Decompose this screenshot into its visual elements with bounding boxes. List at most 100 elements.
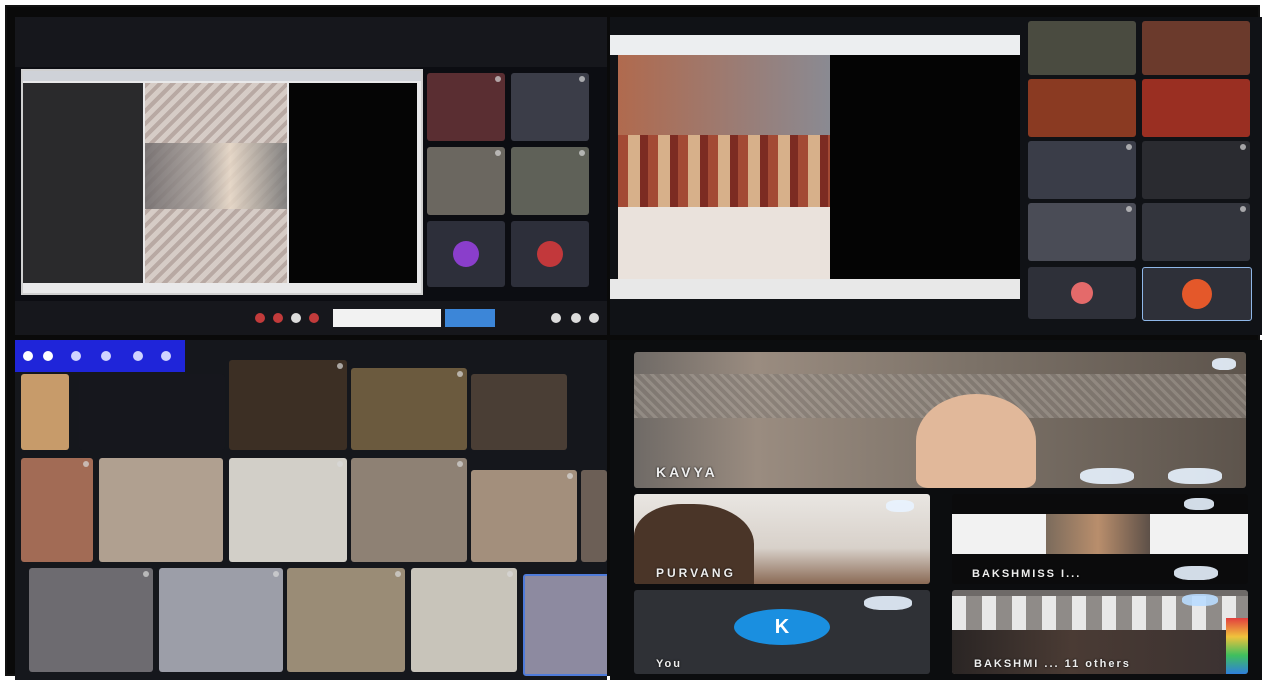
self-avatar: K xyxy=(734,608,830,645)
participant-tile[interactable] xyxy=(29,568,153,672)
pin-icon[interactable] xyxy=(1240,144,1246,150)
participant-tile[interactable] xyxy=(581,470,607,562)
participant-tile[interactable] xyxy=(471,374,567,450)
blue-toolbar xyxy=(15,340,185,372)
chat-icon[interactable] xyxy=(589,313,599,323)
more-options-icon[interactable] xyxy=(1168,468,1222,484)
participant-tile-purvang[interactable]: PURVANG xyxy=(634,494,930,584)
pin-icon[interactable] xyxy=(495,150,501,156)
participant-tile[interactable] xyxy=(21,458,93,562)
self-label: You xyxy=(656,658,682,670)
pin-icon[interactable] xyxy=(886,500,914,512)
shared-image-bottom xyxy=(618,207,830,279)
toolbar-icon[interactable] xyxy=(161,351,171,361)
mic-indicator-icon[interactable] xyxy=(1080,468,1134,484)
participant-tile[interactable] xyxy=(99,458,223,562)
participant-avatar xyxy=(537,241,563,267)
participant-avatar xyxy=(1182,279,1212,309)
participant-tile[interactable] xyxy=(21,374,69,450)
pin-icon[interactable] xyxy=(579,76,585,82)
participant-name: BAKSHMISS I... xyxy=(972,568,1082,580)
participant-tile-bakshmiss[interactable]: BAKSHMISS I... xyxy=(952,494,1248,584)
toolbar-icon[interactable] xyxy=(71,351,81,361)
participant-tile[interactable] xyxy=(79,374,225,450)
participant-tile[interactable] xyxy=(159,568,283,672)
participant-tile[interactable] xyxy=(1028,21,1136,75)
captions-icon[interactable] xyxy=(291,313,301,323)
pin-icon[interactable] xyxy=(1126,144,1132,150)
participant-tile[interactable] xyxy=(1028,141,1136,199)
pin-icon[interactable] xyxy=(337,363,343,369)
participant-tile[interactable] xyxy=(511,73,589,141)
pin-icon[interactable] xyxy=(579,150,585,156)
pin-icon[interactable] xyxy=(273,571,279,577)
toolbar-icon[interactable] xyxy=(101,351,111,361)
pin-icon[interactable] xyxy=(1212,358,1236,370)
info-icon[interactable] xyxy=(551,313,561,323)
main-participant-name: KAVYA xyxy=(656,464,718,480)
participant-tile[interactable] xyxy=(427,221,505,287)
mic-indicator-icon[interactable] xyxy=(864,596,912,610)
main-participant-tile[interactable]: KAVYA xyxy=(634,352,1246,488)
shared-dark-panel xyxy=(830,55,1020,279)
participant-tile[interactable] xyxy=(1028,267,1136,319)
participant-tile[interactable] xyxy=(1028,79,1136,137)
pin-icon[interactable] xyxy=(457,461,463,467)
pin-icon[interactable] xyxy=(1126,206,1132,212)
pin-icon[interactable] xyxy=(1184,498,1214,510)
toolbar-icon[interactable] xyxy=(23,351,33,361)
participant-tile[interactable] xyxy=(351,458,467,562)
shared-dark-panel xyxy=(289,83,417,283)
participant-avatar xyxy=(1071,282,1093,304)
participant-tile-active[interactable] xyxy=(1142,267,1252,321)
participant-tile[interactable] xyxy=(1142,79,1250,137)
pin-icon[interactable] xyxy=(83,461,89,467)
shared-window-titlebar xyxy=(23,71,421,81)
participant-tile[interactable] xyxy=(511,221,589,287)
notification-bar xyxy=(333,309,441,327)
pin-icon[interactable] xyxy=(507,571,513,577)
participant-tile[interactable] xyxy=(411,568,517,672)
self-tile[interactable]: K You xyxy=(634,590,930,674)
participant-tile[interactable] xyxy=(511,147,589,215)
pin-icon[interactable] xyxy=(567,473,573,479)
participant-tile[interactable] xyxy=(229,360,347,450)
participant-tile[interactable] xyxy=(1142,203,1250,261)
collage-frame: KAVYA PURVANG BAKSHMISS I... K You BAKSH… xyxy=(7,7,1262,680)
participant-tile[interactable] xyxy=(1142,21,1250,75)
others-tile[interactable]: BAKSHMI ... 11 others xyxy=(952,590,1248,674)
notification-button[interactable] xyxy=(445,309,495,327)
participant-tile[interactable] xyxy=(351,368,467,450)
toolbar-icon[interactable] xyxy=(43,351,53,361)
participant-tile[interactable] xyxy=(229,458,347,562)
pin-icon[interactable] xyxy=(337,461,343,467)
pin-icon[interactable] xyxy=(1240,206,1246,212)
more-options-icon[interactable] xyxy=(1174,566,1218,580)
shared-window-footer xyxy=(610,279,1020,299)
participant-tile[interactable] xyxy=(427,147,505,215)
screenshot-top-right xyxy=(610,17,1262,335)
people-icon[interactable] xyxy=(571,313,581,323)
pin-icon[interactable] xyxy=(457,371,463,377)
shared-image-top xyxy=(618,55,830,135)
participant-name: PURVANG xyxy=(656,566,736,580)
toolbar-icon[interactable] xyxy=(133,351,143,361)
camera-off-icon[interactable] xyxy=(273,313,283,323)
participant-tile[interactable] xyxy=(427,73,505,141)
leave-call-icon[interactable] xyxy=(309,313,319,323)
screenshot-bottom-right: KAVYA PURVANG BAKSHMISS I... K You BAKSH… xyxy=(610,340,1262,680)
pin-icon[interactable] xyxy=(1182,594,1218,606)
color-strip xyxy=(1226,618,1248,674)
screenshot-top-left xyxy=(15,17,607,335)
screenshot-bottom-left xyxy=(15,340,607,680)
pin-icon[interactable] xyxy=(143,571,149,577)
shared-image-band xyxy=(145,143,287,209)
participant-tile[interactable] xyxy=(287,568,405,672)
participant-tile-active[interactable] xyxy=(523,574,607,676)
participant-tile[interactable] xyxy=(1028,203,1136,261)
mic-off-icon[interactable] xyxy=(255,313,265,323)
pin-icon[interactable] xyxy=(395,571,401,577)
pin-icon[interactable] xyxy=(495,76,501,82)
participant-tile[interactable] xyxy=(471,470,577,562)
participant-tile[interactable] xyxy=(1142,141,1250,199)
